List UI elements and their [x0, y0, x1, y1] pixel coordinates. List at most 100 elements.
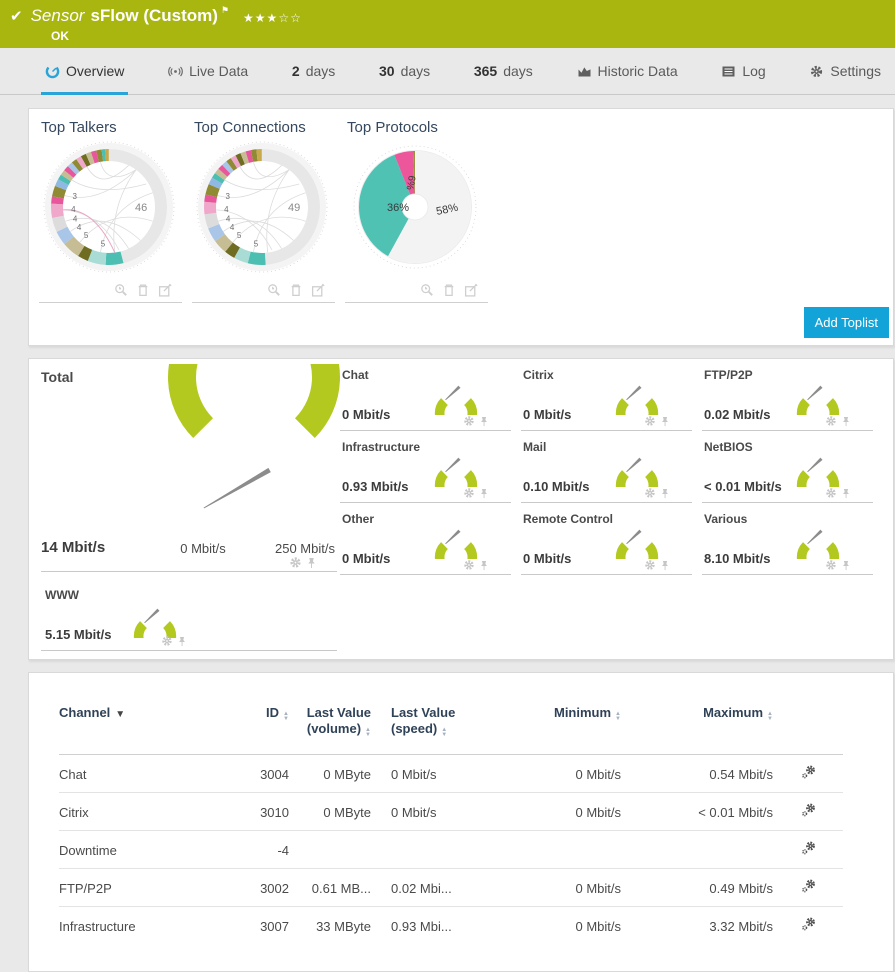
top-protocols-pie-chart[interactable]: 58% 36% 6% — [345, 137, 485, 277]
channel-gauge — [789, 365, 847, 415]
table-header-row: Channel▼ ID▲▼ Last Value (volume)▲▼ Last… — [59, 699, 843, 755]
column-header-actions — [773, 699, 843, 755]
svg-text:4: 4 — [224, 205, 229, 214]
tab-365-days[interactable]: 365days — [474, 48, 533, 94]
channel-settings-gears-icon[interactable] — [800, 916, 817, 933]
edit-toplist-icon[interactable] — [311, 283, 325, 297]
table-row-ftp-p2p[interactable]: FTP/P2P 3002 0.61 MB... 0.02 Mbi... 0 Mb… — [59, 869, 843, 907]
channel-gauge — [789, 509, 847, 559]
table-row-infrastructure[interactable]: Infrastructure 3007 33 MByte 0.93 Mbi...… — [59, 907, 843, 945]
channel-label: Infrastructure — [342, 440, 420, 454]
column-header-id[interactable]: ID▲▼ — [229, 699, 289, 755]
gauge-cell-ftp-p2p: FTP/P2P 0.02 Mbit/s — [702, 359, 873, 431]
column-header-last-value-speed[interactable]: Last Value (speed)▲▼ — [371, 699, 481, 755]
edit-toplist-icon[interactable] — [464, 283, 478, 297]
tab-2-days[interactable]: 2days — [292, 48, 335, 94]
flag-icon[interactable]: ⚑ — [221, 5, 229, 15]
channel-value: 0.10 Mbit/s — [523, 479, 589, 494]
toplist-title: Top Talkers — [41, 119, 191, 136]
table-row-downtime[interactable]: Downtime -4 — [59, 831, 843, 869]
add-toplist-button[interactable]: Add Toplist — [804, 307, 889, 338]
toplists-card: Top Talkers — [28, 108, 894, 346]
total-gauge-value: 14 Mbit/s — [41, 539, 105, 556]
gauge-settings-gear-icon[interactable] — [463, 415, 475, 427]
top-talkers-chord-chart[interactable]: 46 3 4 4 4 5 5 — [39, 137, 179, 277]
cell-volume: 0 MByte — [289, 755, 371, 793]
gauge-cell-remote-control: Remote Control 0 Mbit/s — [521, 503, 692, 575]
channel-settings-gears-icon[interactable] — [800, 764, 817, 781]
channel-gauge-grid: Chat 0 Mbit/s Citrix 0 Mbit/s FTP/P2P 0. — [340, 359, 883, 575]
table-row-chat[interactable]: Chat 3004 0 MByte 0 Mbit/s 0 Mbit/s 0.54… — [59, 755, 843, 793]
gauge-settings-gear-icon[interactable] — [161, 635, 173, 647]
pin-gauge-icon[interactable] — [660, 416, 670, 427]
column-header-maximum[interactable]: Maximum▲▼ — [621, 699, 773, 755]
zoom-history-icon[interactable] — [420, 283, 434, 297]
gauge-settings-gear-icon[interactable] — [644, 415, 656, 427]
pin-gauge-icon[interactable] — [479, 416, 489, 427]
gauge-settings-gear-icon[interactable] — [825, 487, 837, 499]
gauge-settings-gear-icon[interactable] — [644, 559, 656, 571]
cell-volume — [289, 831, 371, 869]
channel-gauge — [126, 588, 184, 638]
delete-trash-icon[interactable] — [136, 283, 150, 297]
gauge-settings-gear-icon[interactable] — [463, 487, 475, 499]
pin-gauge-icon[interactable] — [841, 488, 851, 499]
channel-settings-gears-icon[interactable] — [800, 878, 817, 895]
pin-gauge-icon[interactable] — [660, 560, 670, 571]
cell-channel: Infrastructure — [59, 907, 229, 945]
channel-label: NetBIOS — [704, 440, 753, 454]
cell-speed: 0.93 Mbi... — [371, 907, 481, 945]
column-header-minimum[interactable]: Minimum▲▼ — [481, 699, 621, 755]
gauge-settings-gear-icon[interactable] — [463, 559, 475, 571]
pin-gauge-icon[interactable] — [841, 560, 851, 571]
top-connections-chord-chart[interactable]: 49 3 4 4 4 5 5 — [192, 137, 332, 277]
tab-overview[interactable]: Overview — [45, 48, 124, 94]
pin-gauge-icon[interactable] — [479, 560, 489, 571]
log-list-icon — [721, 64, 736, 79]
gauge-settings-gear-icon[interactable] — [825, 559, 837, 571]
priority-stars[interactable]: ★★★☆☆ — [243, 7, 302, 29]
total-gauge-label: Total — [41, 369, 73, 385]
channel-settings-gears-icon[interactable] — [800, 802, 817, 819]
svg-text:5: 5 — [237, 231, 242, 240]
delete-trash-icon[interactable] — [289, 283, 303, 297]
gauge-settings-gear-icon[interactable] — [289, 556, 302, 569]
channel-value: 0 Mbit/s — [523, 551, 571, 566]
cell-volume: 0.61 MB... — [289, 869, 371, 907]
overview-gauge-icon — [45, 64, 60, 79]
cell-min — [481, 831, 621, 869]
pin-gauge-icon[interactable] — [479, 488, 489, 499]
tab-historic-data[interactable]: Historic Data — [577, 48, 678, 94]
svg-text:3: 3 — [226, 192, 231, 201]
pin-gauge-icon[interactable] — [841, 416, 851, 427]
channel-label: Other — [342, 512, 374, 526]
pin-gauge-icon[interactable] — [660, 488, 670, 499]
channel-settings-gears-icon[interactable] — [800, 840, 817, 857]
pin-gauge-icon[interactable] — [306, 557, 317, 569]
channel-gauge — [608, 509, 666, 559]
cell-max: 3.32 Mbit/s — [621, 907, 773, 945]
sensor-tab-bar: Overview Live Data 2days 30days 365days … — [0, 48, 895, 95]
edit-toplist-icon[interactable] — [158, 283, 172, 297]
column-header-last-value-volume[interactable]: Last Value (volume)▲▼ — [289, 699, 371, 755]
zoom-history-icon[interactable] — [267, 283, 281, 297]
gauge-settings-gear-icon[interactable] — [644, 487, 656, 499]
table-row-citrix[interactable]: Citrix 3010 0 MByte 0 Mbit/s 0 Mbit/s < … — [59, 793, 843, 831]
channel-value: 0.93 Mbit/s — [342, 479, 408, 494]
pin-gauge-icon[interactable] — [177, 636, 187, 647]
historic-chart-icon — [577, 64, 592, 79]
svg-text:5: 5 — [254, 240, 259, 249]
channel-gauge — [608, 365, 666, 415]
gauge-cell-citrix: Citrix 0 Mbit/s — [521, 359, 692, 431]
tab-30-days[interactable]: 30days — [379, 48, 430, 94]
tab-settings[interactable]: Settings — [809, 48, 881, 94]
zoom-history-icon[interactable] — [114, 283, 128, 297]
tab-live-data[interactable]: Live Data — [168, 48, 248, 94]
column-header-channel[interactable]: Channel▼ — [59, 699, 229, 755]
cell-volume: 0 MByte — [289, 793, 371, 831]
tab-log[interactable]: Log — [721, 48, 765, 94]
gauge-settings-gear-icon[interactable] — [825, 415, 837, 427]
delete-trash-icon[interactable] — [442, 283, 456, 297]
gauges-card: Total 0 Mbit/s 250 Mbit/s 14 Mbit/s Chat… — [28, 358, 894, 660]
gauge-cell-infrastructure: Infrastructure 0.93 Mbit/s — [340, 431, 511, 503]
